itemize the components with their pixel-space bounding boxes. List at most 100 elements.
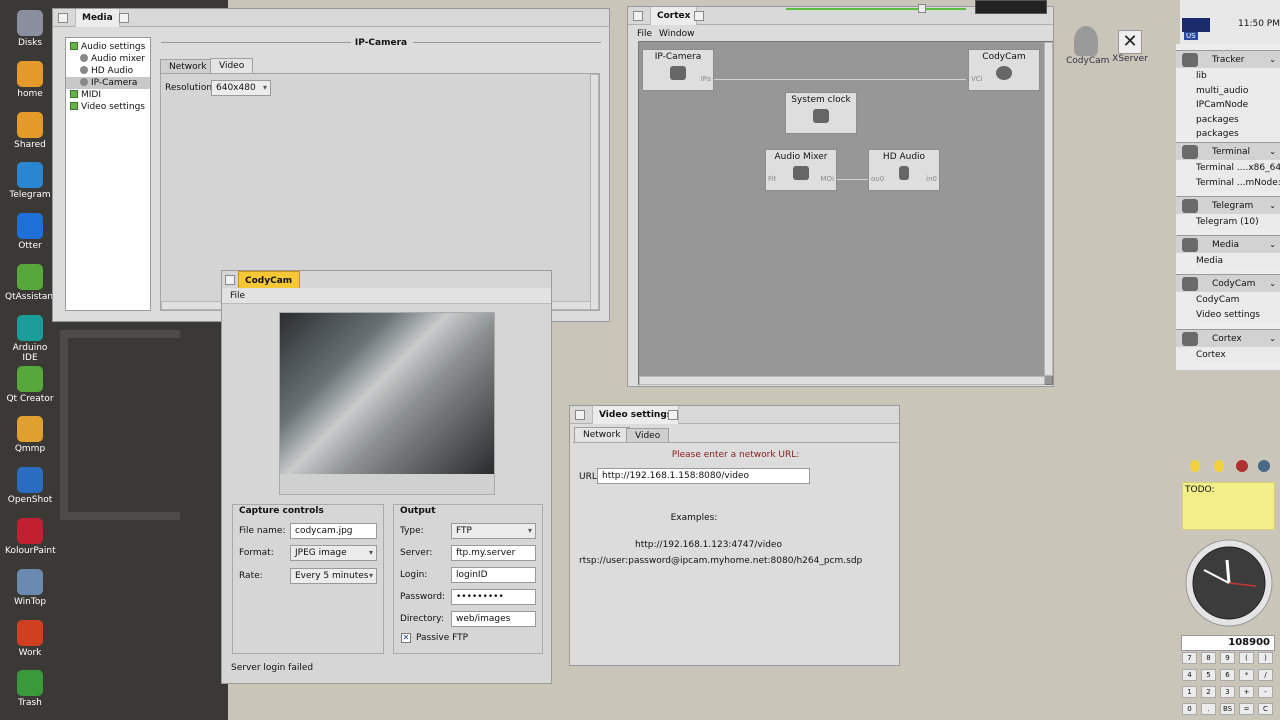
node-audio-mixer[interactable]: Audio Mixer Fit MOi [765, 149, 837, 191]
node-hd-audio[interactable]: HD Audio ou0 in0 [868, 149, 940, 191]
keyboard-layout[interactable]: US [1184, 32, 1198, 40]
clock-time[interactable]: 11:50 PM [1238, 19, 1280, 29]
panel-group-tracker[interactable]: Tracker ⌄ [1176, 50, 1280, 68]
dock-item-shared[interactable]: Shared [5, 111, 55, 150]
maximize-button[interactable] [119, 13, 129, 23]
dock-item-qtassistant[interactable]: QtAssistant [5, 264, 57, 302]
format-select[interactable]: JPEG image [290, 545, 377, 561]
calc-key[interactable]: 2 [1201, 686, 1216, 698]
node-system-clock[interactable]: System clock [785, 92, 857, 134]
menu-window[interactable]: Window [659, 29, 695, 39]
panel-group-cortex[interactable]: Cortex ⌄ [1176, 329, 1280, 347]
tree-item[interactable]: HD Audio [66, 65, 150, 77]
tree-item[interactable]: IP-Camera [66, 77, 150, 89]
resolution-select[interactable]: 640x480 [211, 80, 271, 96]
directory-input[interactable]: web/images [451, 611, 536, 627]
tree-item[interactable]: MIDI [66, 89, 150, 101]
lightbulb-icon[interactable] [1190, 460, 1200, 472]
window-menu-button[interactable] [58, 13, 68, 23]
calc-key[interactable]: * [1239, 669, 1254, 681]
calc-key[interactable]: 1 [1182, 686, 1197, 698]
calc-key[interactable]: 5 [1201, 669, 1216, 681]
settings-icon[interactable] [1258, 460, 1270, 472]
file-name-input[interactable]: codycam.jpg [290, 523, 377, 539]
dock-item-qmmp[interactable]: Qmmp [5, 416, 55, 454]
horizontal-scrollbar[interactable] [639, 376, 1045, 385]
panel-item[interactable]: Telegram (10) [1196, 215, 1280, 230]
panel-item[interactable]: CodyCam [1196, 293, 1280, 308]
url-input[interactable]: http://192.168.1.158:8080/video [597, 468, 810, 484]
calc-key[interactable]: 8 [1201, 652, 1216, 664]
dock-item-wintop[interactable]: WinTop [5, 568, 55, 607]
panel-item[interactable]: packages [1196, 112, 1280, 128]
volume-slider[interactable] [786, 8, 966, 10]
tab-network[interactable]: Network [160, 59, 216, 74]
vertical-scrollbar[interactable] [1044, 42, 1053, 376]
calc-key[interactable]: ( [1239, 652, 1254, 664]
panel-group-telegram[interactable]: Telegram ⌄ [1176, 196, 1280, 214]
dock-item-arduino-ide[interactable]: Arduino IDE [5, 314, 55, 363]
dock-item-telegram[interactable]: Telegram [5, 162, 55, 200]
node-canvas[interactable]: IP-Camera IPa CodyCam VCi System clock Aud… [638, 41, 1053, 385]
type-select[interactable]: FTP [451, 523, 536, 539]
dock-item-qt-creator[interactable]: Qt Creator [5, 365, 55, 404]
window-menu-button[interactable] [633, 11, 643, 21]
panel-item[interactable]: Video settings [1196, 307, 1280, 323]
panel-item[interactable]: Media [1196, 254, 1280, 269]
calc-key[interactable]: BS [1220, 703, 1235, 715]
chevron-down-icon[interactable]: ⌄ [1269, 236, 1276, 254]
dock-item-home[interactable]: home [5, 60, 55, 99]
calc-key[interactable]: . [1201, 703, 1216, 715]
tab-video[interactable]: Video [210, 58, 254, 74]
window-menu-button[interactable] [575, 410, 585, 420]
login-input[interactable]: loginID [451, 567, 536, 583]
media-titlebar[interactable]: Media [53, 9, 609, 27]
panel-group-codycam[interactable]: CodyCam ⌄ [1176, 274, 1280, 292]
tree-item[interactable]: Video settings [66, 101, 150, 113]
chevron-down-icon[interactable]: ⌄ [1269, 275, 1276, 293]
dock-item-trash[interactable]: Trash [5, 670, 55, 708]
workspace-pager[interactable] [975, 0, 1047, 14]
lightbulb-icon[interactable] [1214, 460, 1224, 472]
vertical-scrollbar[interactable] [590, 74, 599, 310]
todo-note[interactable]: TODO: [1182, 482, 1275, 530]
panel-item[interactable]: packages [1196, 127, 1280, 143]
maximize-button[interactable] [694, 11, 704, 21]
password-input[interactable]: ••••••••• [451, 589, 536, 605]
dock-item-otter[interactable]: Otter [5, 213, 55, 251]
calc-key[interactable]: - [1258, 686, 1273, 698]
panel-item[interactable]: multi_audio [1196, 83, 1280, 99]
passive-ftp-checkbox[interactable]: ✕ [401, 633, 411, 643]
calc-key[interactable]: 4 [1182, 669, 1197, 681]
tab-network[interactable]: Network [574, 427, 630, 443]
chevron-down-icon[interactable]: ⌄ [1269, 143, 1276, 161]
panel-item[interactable]: Terminal ...mNode: ~ [1196, 175, 1280, 191]
window-menu-button[interactable] [225, 275, 235, 285]
calc-key[interactable]: 6 [1220, 669, 1235, 681]
dock-item-disks[interactable]: Disks [5, 10, 55, 48]
panel-group-media[interactable]: Media ⌄ [1176, 235, 1280, 253]
calc-key[interactable]: / [1258, 669, 1273, 681]
panel-item[interactable]: Terminal ....x86_64: ~ [1196, 161, 1280, 176]
chevron-down-icon[interactable]: ⌄ [1269, 330, 1276, 348]
chevron-down-icon[interactable]: ⌄ [1269, 197, 1276, 215]
video-settings-titlebar[interactable]: Video settings [570, 406, 899, 424]
panel-item[interactable]: Cortex [1196, 348, 1280, 363]
slider-handle[interactable] [918, 4, 926, 13]
panel-item[interactable]: IPCamNode [1196, 98, 1280, 114]
calc-key[interactable]: + [1239, 686, 1254, 698]
calc-key[interactable]: = [1239, 703, 1254, 715]
tab-video[interactable]: Video [626, 428, 670, 443]
calc-key[interactable]: 7 [1182, 652, 1197, 664]
menu-file[interactable]: File [637, 29, 652, 39]
calc-key[interactable]: 3 [1220, 686, 1235, 698]
panel-group-terminal[interactable]: Terminal ⌄ [1176, 142, 1280, 160]
tree-item[interactable]: Audio settings [66, 41, 150, 53]
tree-item[interactable]: Audio mixer [66, 53, 150, 65]
dock-item-kolourpaint[interactable]: KolourPaint [5, 518, 56, 556]
maximize-button[interactable] [668, 410, 678, 420]
calc-key[interactable]: 9 [1220, 652, 1235, 664]
dock-item-work[interactable]: Work [5, 619, 55, 658]
node-ip-camera[interactable]: IP-Camera IPa [642, 49, 714, 91]
desktop-icon-xserver[interactable]: ✕ XServer [1110, 30, 1150, 64]
